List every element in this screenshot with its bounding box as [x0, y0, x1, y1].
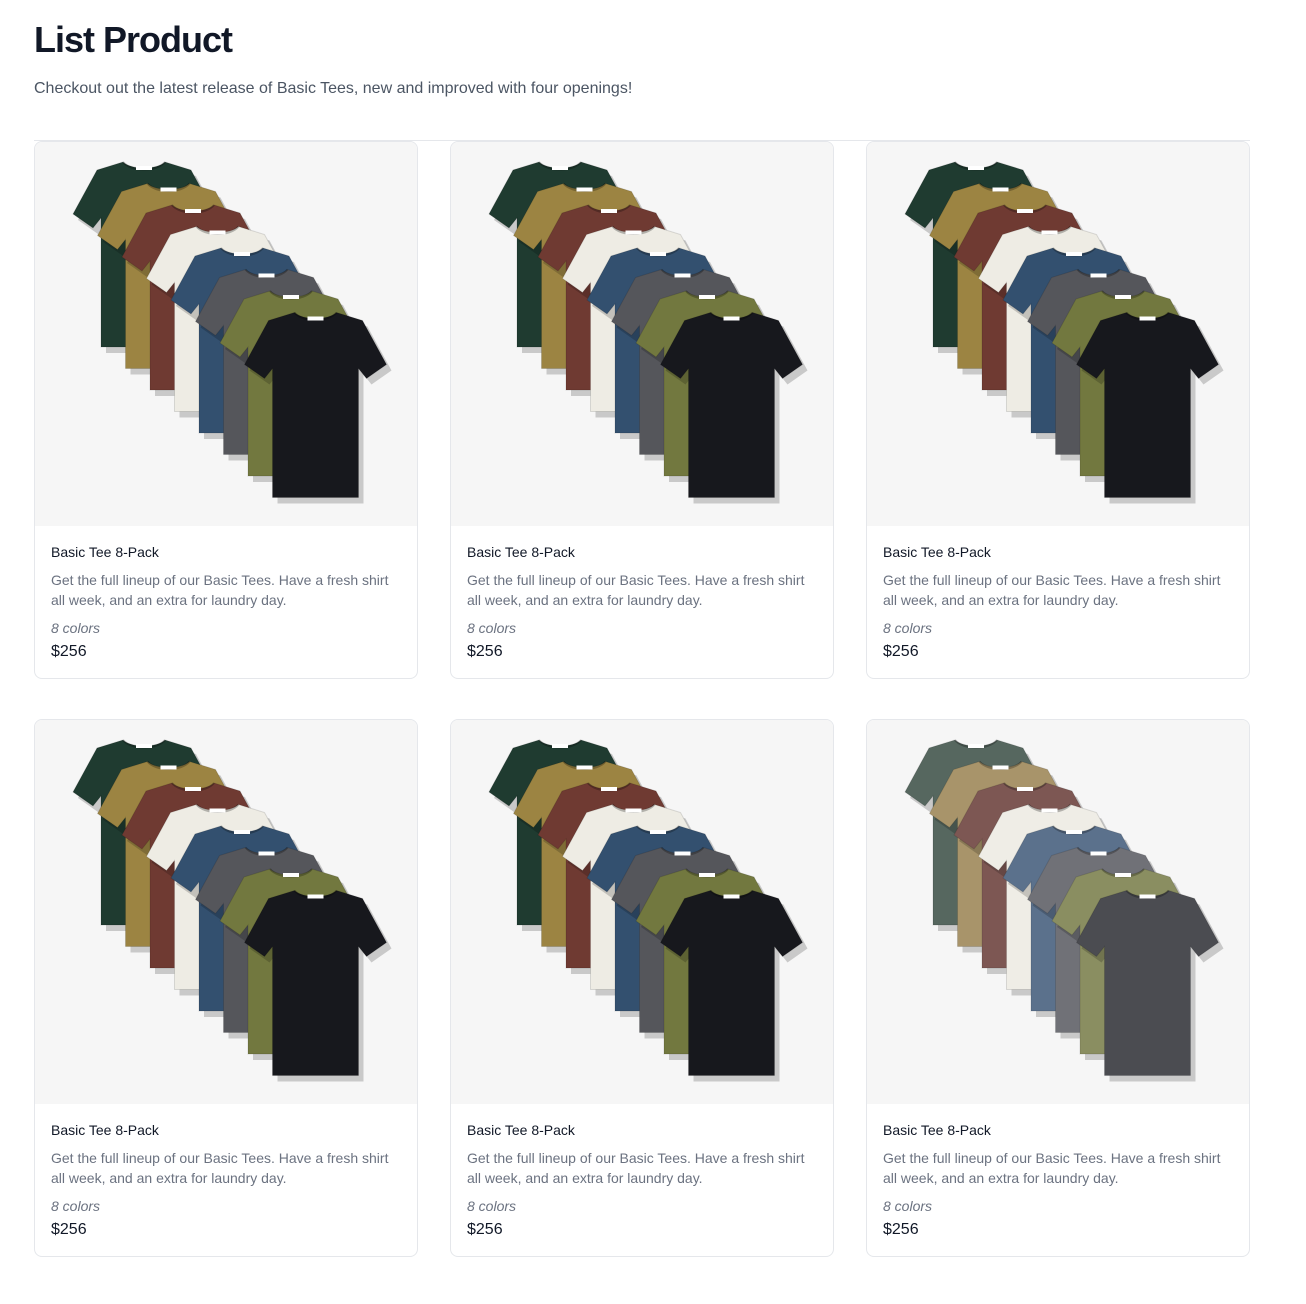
tshirt-stack-illustration	[904, 739, 1224, 1082]
product-info: Basic Tee 8-Pack Get the full lineup of …	[467, 542, 817, 664]
product-description: Get the full lineup of our Basic Tees. H…	[51, 1150, 389, 1186]
product-name[interactable]: Basic Tee 8-Pack	[883, 1120, 1233, 1140]
product-info: Basic Tee 8-Pack Get the full lineup of …	[883, 542, 1233, 664]
product-card[interactable]: Basic Tee 8-Pack Get the full lineup of …	[866, 141, 1250, 679]
product-grid: Basic Tee 8-Pack Get the full lineup of …	[34, 141, 1250, 1261]
product-price: $256	[51, 1221, 87, 1238]
product-color-count: 8 colors	[51, 1198, 101, 1214]
product-color-count: 8 colors	[467, 620, 517, 636]
product-info: Basic Tee 8-Pack Get the full lineup of …	[51, 1120, 401, 1242]
product-info: Basic Tee 8-Pack Get the full lineup of …	[51, 542, 401, 664]
tshirt-stack-illustration	[72, 161, 392, 504]
product-image[interactable]	[451, 142, 833, 526]
page-header: List Product Checkout out the latest rel…	[34, 18, 1250, 101]
product-color-count: 8 colors	[883, 620, 933, 636]
product-image[interactable]	[867, 720, 1249, 1104]
product-card[interactable]: Basic Tee 8-Pack Get the full lineup of …	[866, 719, 1250, 1257]
product-info: Basic Tee 8-Pack Get the full lineup of …	[467, 1120, 817, 1242]
product-info: Basic Tee 8-Pack Get the full lineup of …	[883, 1120, 1233, 1242]
product-image[interactable]	[35, 720, 417, 1104]
product-description: Get the full lineup of our Basic Tees. H…	[883, 1150, 1221, 1186]
page-title: List Product	[34, 19, 233, 60]
product-color-count: 8 colors	[51, 620, 101, 636]
tshirt-stack-illustration	[488, 739, 808, 1082]
product-description: Get the full lineup of our Basic Tees. H…	[51, 572, 389, 608]
product-price: $256	[51, 643, 87, 660]
product-name[interactable]: Basic Tee 8-Pack	[51, 1120, 401, 1140]
tshirt-stack-illustration	[904, 161, 1224, 504]
product-description: Get the full lineup of our Basic Tees. H…	[467, 1150, 805, 1186]
product-price: $256	[467, 643, 503, 660]
product-color-count: 8 colors	[467, 1198, 517, 1214]
product-card[interactable]: Basic Tee 8-Pack Get the full lineup of …	[450, 141, 834, 679]
product-description: Get the full lineup of our Basic Tees. H…	[883, 572, 1221, 608]
tshirt-stack-illustration	[72, 739, 392, 1082]
product-name[interactable]: Basic Tee 8-Pack	[467, 542, 817, 562]
product-image[interactable]	[867, 142, 1249, 526]
product-card[interactable]: Basic Tee 8-Pack Get the full lineup of …	[450, 719, 834, 1257]
product-color-count: 8 colors	[883, 1198, 933, 1214]
product-price: $256	[883, 1221, 919, 1238]
product-description: Get the full lineup of our Basic Tees. H…	[467, 572, 805, 608]
tshirt-stack-illustration	[488, 161, 808, 504]
page-subtitle: Checkout out the latest release of Basic…	[34, 80, 633, 97]
product-name[interactable]: Basic Tee 8-Pack	[51, 542, 401, 562]
product-card[interactable]: Basic Tee 8-Pack Get the full lineup of …	[34, 719, 418, 1257]
product-name[interactable]: Basic Tee 8-Pack	[883, 542, 1233, 562]
product-price: $256	[883, 643, 919, 660]
product-image[interactable]	[451, 720, 833, 1104]
product-name[interactable]: Basic Tee 8-Pack	[467, 1120, 817, 1140]
product-price: $256	[467, 1221, 503, 1238]
product-image[interactable]	[35, 142, 417, 526]
product-card[interactable]: Basic Tee 8-Pack Get the full lineup of …	[34, 141, 418, 679]
